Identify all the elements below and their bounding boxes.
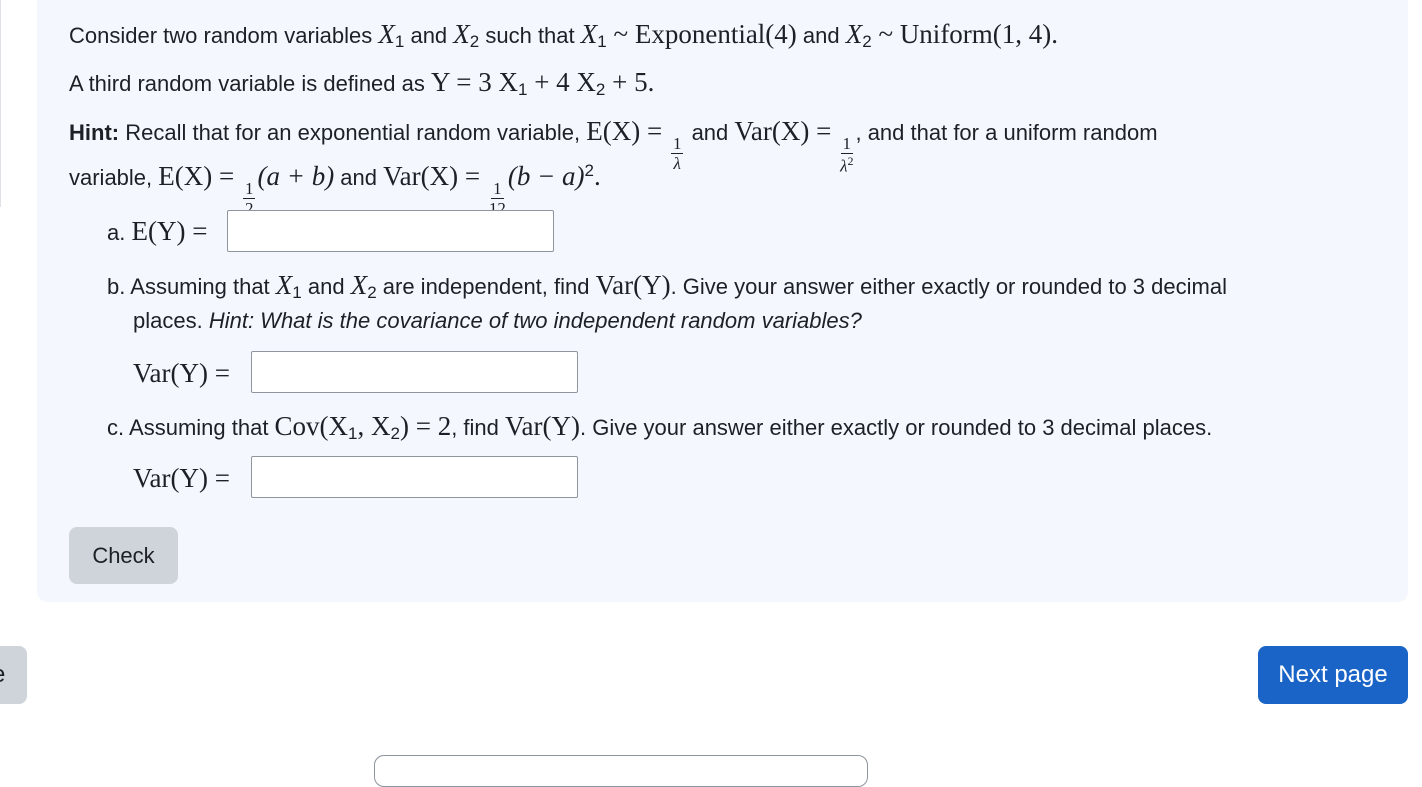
hint-text: Recall that for an exponential random va… (119, 120, 587, 145)
numerator: 1 (670, 134, 684, 154)
and-text: and (301, 274, 351, 299)
and-text: and (685, 120, 735, 145)
dist-uniform: Uniform(1, 4). (899, 19, 1059, 49)
denominator: λ (673, 154, 681, 173)
variance: Var(X) = (383, 161, 487, 191)
sub: 2 (595, 80, 606, 99)
sub: 1 (348, 424, 358, 443)
and-text: and (796, 23, 846, 48)
numerator: 1 (840, 134, 854, 154)
var-x2: X (845, 19, 863, 49)
and-text: and (404, 23, 454, 48)
intro-text: such that (479, 23, 581, 48)
hint-label: Hint: (69, 120, 120, 145)
var-x1: X (580, 19, 598, 49)
check-button[interactable]: Check (69, 527, 178, 584)
expectation: E(X) = (586, 116, 669, 146)
part-c-text: c. Assuming that Cov(X1, X2) = 2, find V… (107, 411, 1212, 443)
answer-input-a[interactable] (227, 210, 554, 252)
jump-to-select[interactable] (374, 755, 868, 787)
denominator: λ2 (840, 154, 853, 175)
part-b-text-1: Assuming that (130, 274, 276, 299)
sub: 1 (597, 32, 607, 51)
variance: Var(X) = (734, 116, 839, 146)
part-marker: b. (107, 274, 126, 299)
var-x2: X (350, 270, 368, 300)
part-b-answer-label: Var(Y) = (133, 358, 230, 390)
part-c-text-1: Assuming that (129, 415, 275, 440)
part-b-hint: Hint: What is the covariance of two inde… (208, 308, 862, 333)
sub: 2 (862, 32, 872, 51)
cov-expr: Cov(X (274, 411, 349, 441)
sub: 1 (394, 32, 405, 51)
y-expr: + 5. (605, 67, 655, 97)
period: . (594, 161, 601, 191)
cov-expr: , X (357, 411, 391, 441)
cov-expr: ) = 2 (399, 411, 452, 441)
sub: 2 (469, 32, 480, 51)
var-x1: X (378, 19, 395, 49)
var-y: Var(Y) (505, 411, 580, 441)
dist-exponential: Exponential(4) (634, 19, 797, 49)
part-b-text-2: are independent, find (376, 274, 596, 299)
sub: 2 (367, 283, 377, 302)
and-text: and (334, 165, 384, 190)
hint-line-2: variable, E(X) = 1 2 (a + b) and Var(X) = … (69, 161, 601, 217)
numerator: 1 (242, 179, 256, 199)
part-b-text: b. Assuming that X1 and X2 are independe… (107, 270, 1227, 302)
var-x1: X (275, 270, 293, 300)
y-expr: Y = 3 X (430, 67, 518, 97)
next-page-button[interactable]: Next page (1258, 646, 1408, 704)
part-c-text-3: . Give your answer either exactly or rou… (579, 415, 1213, 440)
define-text: A third random variable is defined as (69, 71, 431, 96)
part-marker: c. (107, 415, 125, 440)
sim: ~ (606, 19, 635, 49)
expectation: E(X) = (158, 161, 241, 191)
b-minus-a: (b − a) (507, 161, 585, 191)
sub: 1 (292, 283, 302, 302)
part-b-text-3: . Give your answer either exactly or rou… (670, 274, 1227, 299)
question-definition: A third random variable is defined as Y … (69, 67, 654, 99)
question-intro: Consider two random variables X1 and X2 … (69, 19, 1058, 51)
var-y: Var(Y) (595, 270, 671, 300)
hint-text: variable, (69, 165, 159, 190)
ey-label: E(Y) = (131, 216, 208, 246)
var-y-label: Var(Y) = (133, 463, 230, 493)
previous-page-label: e (0, 646, 5, 704)
var-y-label: Var(Y) = (133, 358, 230, 388)
part-b-text-4: places. (133, 308, 209, 333)
answer-input-b[interactable] (251, 351, 578, 393)
a-plus-b: (a + b) (257, 161, 335, 191)
sim: ~ (871, 19, 900, 49)
part-b-text-line2: places. Hint: What is the covariance of … (133, 306, 862, 336)
part-a-label: a. E(Y) = (107, 216, 207, 248)
y-expr: + 4 X (527, 67, 596, 97)
exponent: 2 (584, 161, 594, 180)
part-c-answer-label: Var(Y) = (133, 463, 230, 495)
fraction-one-over-lambda-squared: 1 λ2 (840, 135, 853, 175)
previous-page-button[interactable]: e (0, 646, 27, 704)
numerator: 1 (491, 179, 504, 199)
part-c-text-2: , find (451, 415, 506, 440)
answer-input-c[interactable] (251, 456, 578, 498)
var-x2: X (453, 19, 470, 49)
intro-text: Consider two random variables (69, 23, 379, 48)
hint-text: , and that for a uniform random (855, 120, 1158, 145)
left-border (0, 0, 1, 207)
part-marker: a. (107, 220, 126, 245)
exponent: 2 (847, 154, 854, 168)
fraction-one-over-lambda: 1λ (670, 134, 684, 173)
sub: 2 (390, 424, 400, 443)
